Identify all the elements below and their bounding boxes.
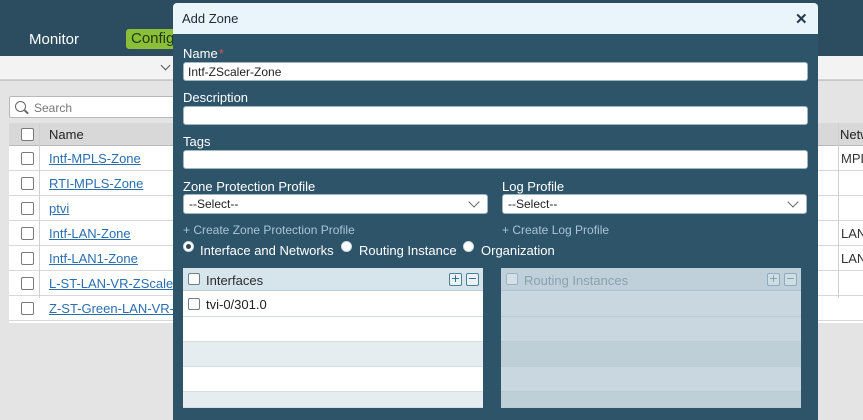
name-label-text: Name bbox=[183, 46, 218, 61]
description-field[interactable] bbox=[183, 106, 808, 125]
column-divider bbox=[838, 123, 839, 298]
search-input[interactable]: Search bbox=[9, 96, 179, 118]
radio-interface-and-networks[interactable] bbox=[183, 241, 194, 252]
list-item bbox=[501, 317, 801, 342]
interfaces-select-all-checkbox[interactable] bbox=[188, 273, 200, 285]
zone-link[interactable]: Intf-LAN1-Zone bbox=[49, 251, 138, 266]
radio-routing-instance[interactable] bbox=[341, 241, 352, 252]
list-item bbox=[183, 317, 483, 342]
interfaces-panel-header: Interfaces + − bbox=[183, 268, 483, 291]
required-asterisk: * bbox=[218, 46, 224, 61]
radio-label[interactable]: Routing Instance bbox=[359, 243, 457, 258]
interfaces-panel: Interfaces + − tvi-0/301.0 bbox=[183, 268, 483, 408]
routing-instances-panel: Routing Instances + − bbox=[501, 268, 801, 408]
log-profile-value: --Select-- bbox=[508, 197, 558, 211]
create-log-profile-link[interactable]: + Create Log Profile bbox=[502, 223, 609, 237]
column-header-name[interactable]: Name bbox=[49, 127, 84, 142]
interface-row-checkbox[interactable] bbox=[188, 298, 200, 310]
zone-network: LAN bbox=[841, 251, 863, 266]
zone-protection-profile-select[interactable]: --Select-- bbox=[183, 194, 488, 214]
nav-monitor-tab[interactable]: Monitor bbox=[29, 31, 79, 48]
name-label: Name* bbox=[183, 46, 224, 61]
row-checkbox[interactable] bbox=[21, 227, 34, 240]
zone-link[interactable]: RTI-MPLS-Zone bbox=[49, 176, 143, 191]
description-label: Description bbox=[183, 90, 249, 105]
list-item bbox=[501, 392, 801, 408]
zone-link[interactable]: Intf-MPLS-Zone bbox=[49, 151, 141, 166]
row-checkbox[interactable] bbox=[21, 177, 34, 190]
row-checkbox[interactable] bbox=[21, 277, 34, 290]
zone-link[interactable]: ptvi bbox=[49, 201, 69, 216]
list-item bbox=[501, 342, 801, 367]
search-placeholder: Search bbox=[34, 101, 73, 115]
name-field[interactable] bbox=[183, 62, 808, 81]
close-icon[interactable]: ✕ bbox=[795, 10, 808, 28]
column-divider bbox=[39, 123, 40, 298]
log-profile-label: Log Profile bbox=[502, 179, 565, 194]
chevron-down-icon bbox=[468, 196, 480, 208]
search-icon bbox=[15, 101, 26, 112]
list-item[interactable]: tvi-0/301.0 bbox=[183, 292, 483, 317]
radio-label[interactable]: Interface and Networks bbox=[200, 243, 334, 258]
row-checkbox[interactable] bbox=[21, 302, 34, 315]
column-header-networks[interactable]: Networks bbox=[840, 127, 863, 142]
list-item bbox=[183, 342, 483, 367]
interface-name: tvi-0/301.0 bbox=[206, 297, 267, 312]
chevron-down-icon bbox=[787, 196, 799, 208]
radio-organization[interactable] bbox=[463, 241, 474, 252]
remove-interface-icon[interactable]: − bbox=[466, 273, 479, 286]
list-item bbox=[183, 367, 483, 392]
list-item bbox=[501, 292, 801, 317]
zone-network: MPLS bbox=[841, 151, 863, 166]
tags-label: Tags bbox=[183, 134, 211, 149]
zone-protection-profile-label: Zone Protection Profile bbox=[183, 179, 316, 194]
zone-link[interactable]: Intf-LAN-Zone bbox=[49, 226, 131, 241]
zone-protection-profile-value: --Select-- bbox=[189, 197, 239, 211]
add-zone-dialog: Add Zone ✕ Name* Description Tags Zone P… bbox=[173, 3, 818, 420]
routing-instances-select-all-checkbox bbox=[506, 273, 518, 285]
list-item bbox=[183, 392, 483, 408]
zone-network: LAN bbox=[841, 226, 863, 241]
add-interface-icon[interactable]: + bbox=[449, 273, 462, 286]
list-item bbox=[501, 367, 801, 392]
dialog-title: Add Zone bbox=[182, 11, 239, 26]
dialog-header: Add Zone ✕ bbox=[173, 3, 818, 34]
radio-label[interactable]: Organization bbox=[481, 243, 555, 258]
row-checkbox[interactable] bbox=[21, 252, 34, 265]
routing-instances-panel-header: Routing Instances + − bbox=[501, 268, 801, 291]
row-checkbox[interactable] bbox=[21, 202, 34, 215]
add-routing-instance-icon: + bbox=[767, 272, 780, 286]
tags-field[interactable] bbox=[183, 150, 808, 169]
log-profile-select[interactable]: --Select-- bbox=[502, 194, 807, 214]
zone-link[interactable]: L-ST-LAN-VR-ZScaler bbox=[49, 276, 178, 291]
row-checkbox[interactable] bbox=[21, 152, 34, 165]
create-zone-protection-profile-link[interactable]: + Create Zone Protection Profile bbox=[183, 223, 355, 237]
routing-instances-panel-title: Routing Instances bbox=[524, 273, 629, 288]
remove-routing-instance-icon: − bbox=[784, 272, 797, 286]
interfaces-panel-title: Interfaces bbox=[206, 273, 264, 288]
select-all-checkbox[interactable] bbox=[21, 128, 34, 141]
